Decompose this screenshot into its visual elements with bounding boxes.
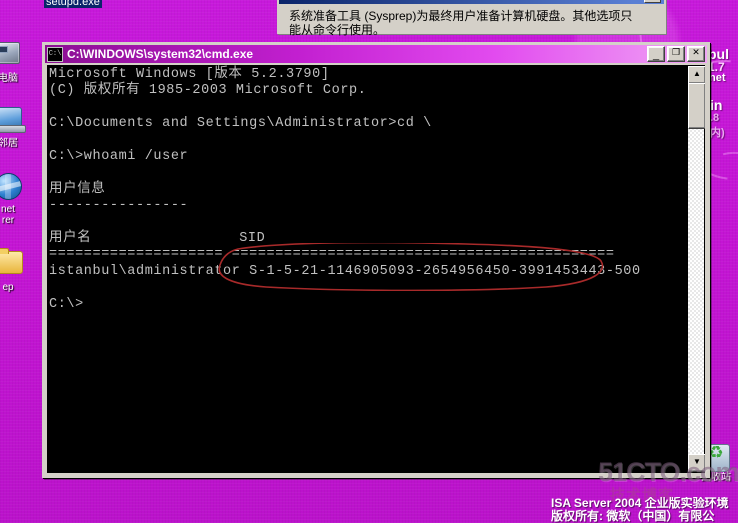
scroll-up-icon[interactable]: ▲ (688, 66, 705, 84)
wallpaper-text-in: in (710, 97, 723, 113)
desktop-icon-label: net rer (1, 204, 15, 226)
desktop-icon-label: 电脑 (0, 73, 18, 84)
cmd-window-title: C:\WINDOWS\system32\cmd.exe (67, 47, 254, 61)
console-text: Microsoft Windows [版本 5.2.3790] (C) 版权所有… (49, 67, 641, 312)
console-area[interactable]: Microsoft Windows [版本 5.2.3790] (C) 版权所有… (47, 65, 705, 473)
taskbar-item-setup-exe[interactable]: setupd.exe (44, 0, 102, 8)
sysprep-dialog[interactable]: 系统准备工具 2.0 ✕ 系统准备工具 (Sysprep)为最终用户准备计算机硬… (277, 0, 666, 37)
computer-icon (0, 42, 24, 72)
wallpaper-footer-line2: 版权所有: 微软（中国）有限公 (551, 509, 715, 523)
cmd-window[interactable]: C:\ C:\WINDOWS\system32\cmd.exe _ ❐ ✕ Mi… (42, 42, 710, 478)
wallpaper-text-cn: 内) (710, 127, 725, 139)
desktop-icon-network-neighborhood[interactable]: 邻居 (0, 105, 30, 149)
desktop-icon-sysprep-folder[interactable]: ep (0, 247, 30, 293)
desktop-icon-internet-explorer[interactable]: net rer (0, 172, 30, 226)
internet-explorer-icon (0, 173, 24, 203)
maximize-button[interactable]: ❐ (667, 46, 685, 62)
window-controls: _ ❐ ✕ (647, 46, 705, 62)
network-icon (0, 107, 26, 137)
sysprep-description: 系统准备工具 (Sysprep)为最终用户准备计算机硬盘。其他选项只 能从命令行… (289, 9, 633, 37)
sysprep-title: 系统准备工具 2.0 (282, 0, 366, 4)
cmd-console-icon: C:\ (47, 46, 63, 62)
vertical-scrollbar[interactable]: ▲ ▼ (688, 66, 705, 472)
cmd-titlebar[interactable]: C:\ C:\WINDOWS\system32\cmd.exe _ ❐ ✕ (45, 45, 707, 63)
desktop-icon-label: ep (2, 282, 14, 293)
wallpaper-text-dotted: .8 (710, 112, 720, 124)
desktop-icon-label: 邻居 (0, 138, 18, 149)
minimize-button[interactable]: _ (647, 46, 665, 62)
wallpaper-footer: ISA Server 2004 企业版实验环境 版权所有: 微软（中国）有限公 (551, 497, 738, 523)
scrollbar-thumb[interactable] (688, 83, 705, 129)
wallpaper-text-net: net (709, 72, 726, 84)
close-icon[interactable]: ✕ (644, 0, 661, 3)
folder-icon (0, 248, 24, 281)
desktop-icon-my-computer[interactable]: 电脑 (0, 40, 30, 84)
close-button[interactable]: ✕ (687, 46, 705, 62)
